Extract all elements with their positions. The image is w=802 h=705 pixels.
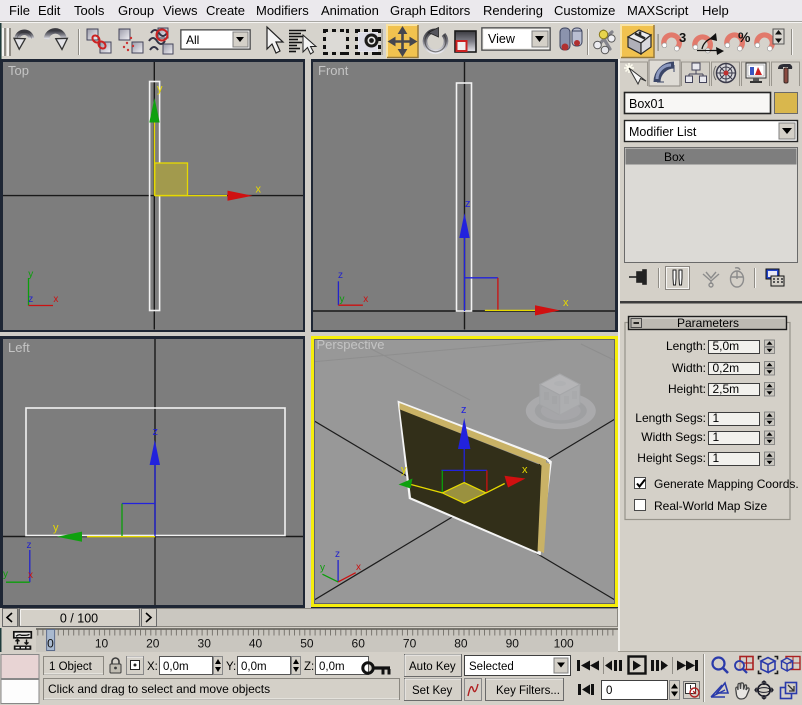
svg-text:40: 40: [249, 637, 263, 651]
svg-text:y: y: [157, 83, 163, 95]
svg-text:x: x: [53, 294, 58, 305]
svg-text:x: x: [522, 464, 528, 476]
svg-text:z: z: [153, 426, 159, 438]
svg-text:0 / 100: 0 / 100: [60, 612, 98, 626]
svg-text:x: x: [563, 297, 569, 309]
svg-text:Front: Front: [318, 63, 349, 78]
svg-text:70: 70: [403, 637, 417, 651]
svg-text:%: %: [738, 29, 751, 45]
svg-text:90: 90: [506, 637, 520, 651]
svg-text:z: z: [27, 540, 32, 551]
svg-text:y: y: [28, 269, 33, 280]
svg-text:X:: X:: [147, 661, 158, 673]
svg-text:All: All: [186, 33, 199, 47]
svg-text:100: 100: [554, 637, 574, 651]
svg-text:0,0m: 0,0m: [319, 661, 345, 673]
svg-text:View: View: [488, 32, 516, 46]
svg-text:z: z: [335, 549, 340, 560]
svg-text:y: y: [320, 563, 325, 574]
svg-text:50: 50: [300, 637, 314, 651]
svg-text:80: 80: [454, 637, 468, 651]
svg-text:0: 0: [47, 637, 54, 651]
svg-text:z: z: [465, 198, 471, 210]
svg-text:x: x: [256, 184, 262, 196]
svg-text:z: z: [338, 270, 343, 281]
svg-text:Top: Top: [8, 63, 29, 78]
svg-text:Auto Key: Auto Key: [409, 661, 456, 673]
svg-text:0,0m: 0,0m: [241, 661, 267, 673]
svg-text:x: x: [28, 570, 33, 581]
svg-text:z: z: [28, 294, 33, 305]
svg-text:x: x: [363, 294, 368, 305]
svg-text:3: 3: [679, 30, 686, 45]
svg-text:10: 10: [95, 637, 109, 651]
svg-text:30: 30: [198, 637, 212, 651]
svg-text:y: y: [401, 464, 407, 476]
svg-text:Set Key: Set Key: [412, 685, 453, 697]
svg-text:y: y: [3, 569, 8, 580]
svg-text:0: 0: [606, 685, 612, 697]
svg-text:Z:: Z:: [304, 661, 314, 673]
svg-text:Key Filters...: Key Filters...: [496, 685, 560, 697]
svg-text:Left: Left: [8, 340, 30, 355]
svg-text:Selected: Selected: [469, 661, 514, 673]
svg-text:Y:: Y:: [226, 661, 236, 673]
svg-text:y: y: [53, 522, 59, 534]
svg-text:1 Object: 1 Object: [49, 661, 93, 673]
svg-text:0,0m: 0,0m: [163, 661, 189, 673]
svg-text:y: y: [340, 294, 345, 305]
svg-text:20: 20: [146, 637, 160, 651]
svg-text:x: x: [356, 562, 361, 573]
svg-text:60: 60: [352, 637, 366, 651]
svg-text:z: z: [461, 404, 467, 416]
svg-text:Click and drag to select and m: Click and drag to select and move object…: [48, 682, 270, 696]
